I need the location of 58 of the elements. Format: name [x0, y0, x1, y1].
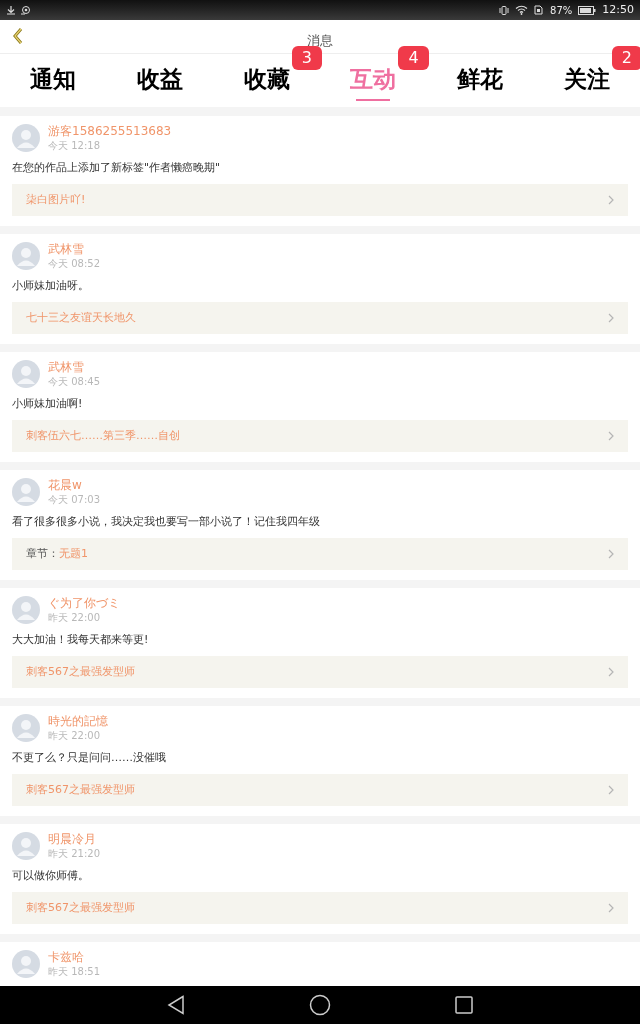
user-name[interactable]: 卡兹哈 — [48, 951, 100, 963]
chevron-right-icon — [608, 667, 614, 677]
message-text: 不更了么？只是问问……没催哦 — [12, 751, 167, 765]
message-time: 今天 12:18 — [48, 141, 101, 151]
user-name[interactable]: 武林雪 — [48, 361, 100, 373]
avatar-icon — [12, 242, 40, 270]
recents-icon[interactable] — [455, 996, 473, 1014]
message-time: 今天 07:03 — [48, 495, 100, 505]
tab[interactable]: 收益 — [106, 54, 214, 107]
count-badge: 3 — [291, 46, 322, 70]
work-link[interactable]: 七十三之友谊天长地久 — [12, 302, 628, 334]
battery-icon — [578, 5, 597, 15]
sim-icon — [534, 5, 545, 15]
avatar-icon — [12, 950, 40, 978]
work-link[interactable]: 刺客567之最强发型师 — [12, 656, 628, 688]
tab[interactable]: 通知 — [0, 54, 107, 107]
work-link[interactable]: 刺客567之最强发型师 — [12, 774, 628, 806]
message-text: 可以做你师傅。 — [12, 869, 90, 883]
chevron-right-icon — [608, 549, 614, 559]
chevron-right-icon — [608, 903, 614, 913]
home-icon[interactable] — [309, 994, 331, 1016]
avatar-icon — [12, 360, 40, 388]
wifi-icon — [515, 5, 529, 15]
message-text: 小师妹加油呀。 — [12, 279, 90, 293]
avatar-icon — [12, 124, 40, 152]
user-name[interactable]: 時光的記憶 — [48, 715, 108, 727]
vibrate-icon — [499, 4, 510, 16]
message-time: 今天 08:52 — [48, 259, 100, 269]
message-text: 大大加油！我每天都来等更! — [12, 633, 150, 647]
battery-percent: 87% — [550, 3, 573, 18]
avatar-icon — [12, 832, 40, 860]
work-link[interactable]: 刺客伍六七……第三季……自创 — [12, 420, 628, 452]
message-time: 今天 08:45 — [48, 377, 100, 387]
clock: 12:50 — [602, 1, 634, 18]
message-text: 小师妹加油啊! — [12, 397, 84, 411]
user-name[interactable]: ぐ为了你づミ — [48, 597, 120, 609]
count-badge: 4 — [398, 46, 429, 70]
avatar-icon — [12, 478, 40, 506]
avatar-icon — [12, 714, 40, 742]
chevron-right-icon — [608, 431, 614, 441]
signal-icon — [20, 5, 31, 15]
message-text: 看了很多很多小说，我决定我也要写一部小说了！记住我四年级 — [12, 515, 321, 529]
count-badge: 2 — [611, 46, 640, 70]
work-link[interactable]: 刺客567之最强发型师 — [12, 892, 628, 924]
chevron-right-icon — [608, 195, 614, 205]
work-link[interactable]: 章节：无题1 — [12, 538, 628, 570]
tab[interactable]: 鲜花 — [426, 54, 534, 107]
user-name[interactable]: 明晨冷月 — [48, 833, 100, 845]
user-name[interactable]: 花晨w — [48, 479, 100, 491]
work-link[interactable]: 柒白图片吖! — [12, 184, 628, 216]
chevron-right-icon — [608, 313, 614, 323]
message-text: 在您的作品上添加了新标签"作者懒癌晚期" — [12, 161, 222, 175]
back-icon[interactable] — [167, 995, 185, 1015]
chevron-right-icon — [608, 785, 614, 795]
user-name[interactable]: 武林雪 — [48, 243, 100, 255]
user-name[interactable]: 游客1586255513683 — [48, 125, 172, 137]
avatar-icon — [12, 596, 40, 624]
download-icon — [6, 5, 16, 15]
